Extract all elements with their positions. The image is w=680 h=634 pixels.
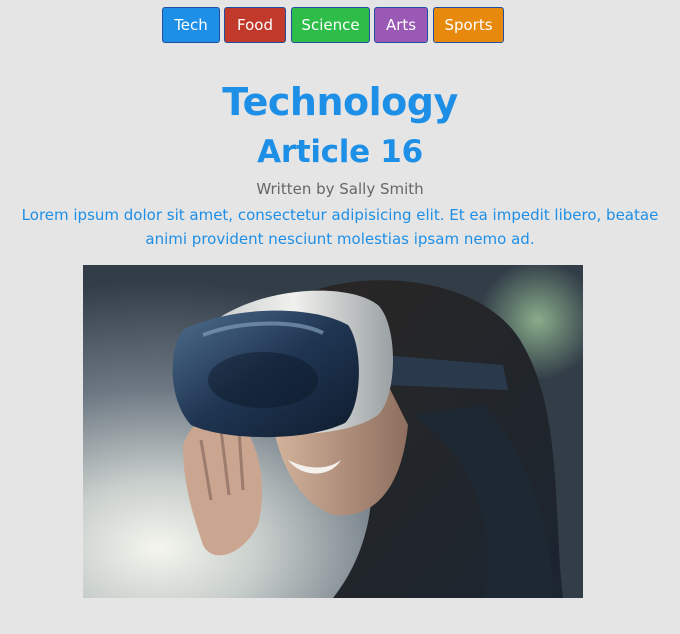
article-title: Article 16 <box>257 134 423 170</box>
category-title: Technology <box>222 80 458 124</box>
nav-button-tech[interactable]: Tech <box>162 7 220 43</box>
article-byline: Written by Sally Smith <box>256 180 424 198</box>
article-excerpt: Lorem ipsum dolor sit amet, consectetur … <box>21 206 659 248</box>
article-hero-image <box>83 265 583 598</box>
vr-headset-photo <box>83 265 583 598</box>
nav-button-food[interactable]: Food <box>224 7 286 43</box>
category-nav: Tech Food Science Arts Sports <box>0 7 680 45</box>
nav-button-science[interactable]: Science <box>291 7 370 43</box>
nav-button-sports[interactable]: Sports <box>433 7 504 43</box>
nav-button-arts[interactable]: Arts <box>374 7 428 43</box>
